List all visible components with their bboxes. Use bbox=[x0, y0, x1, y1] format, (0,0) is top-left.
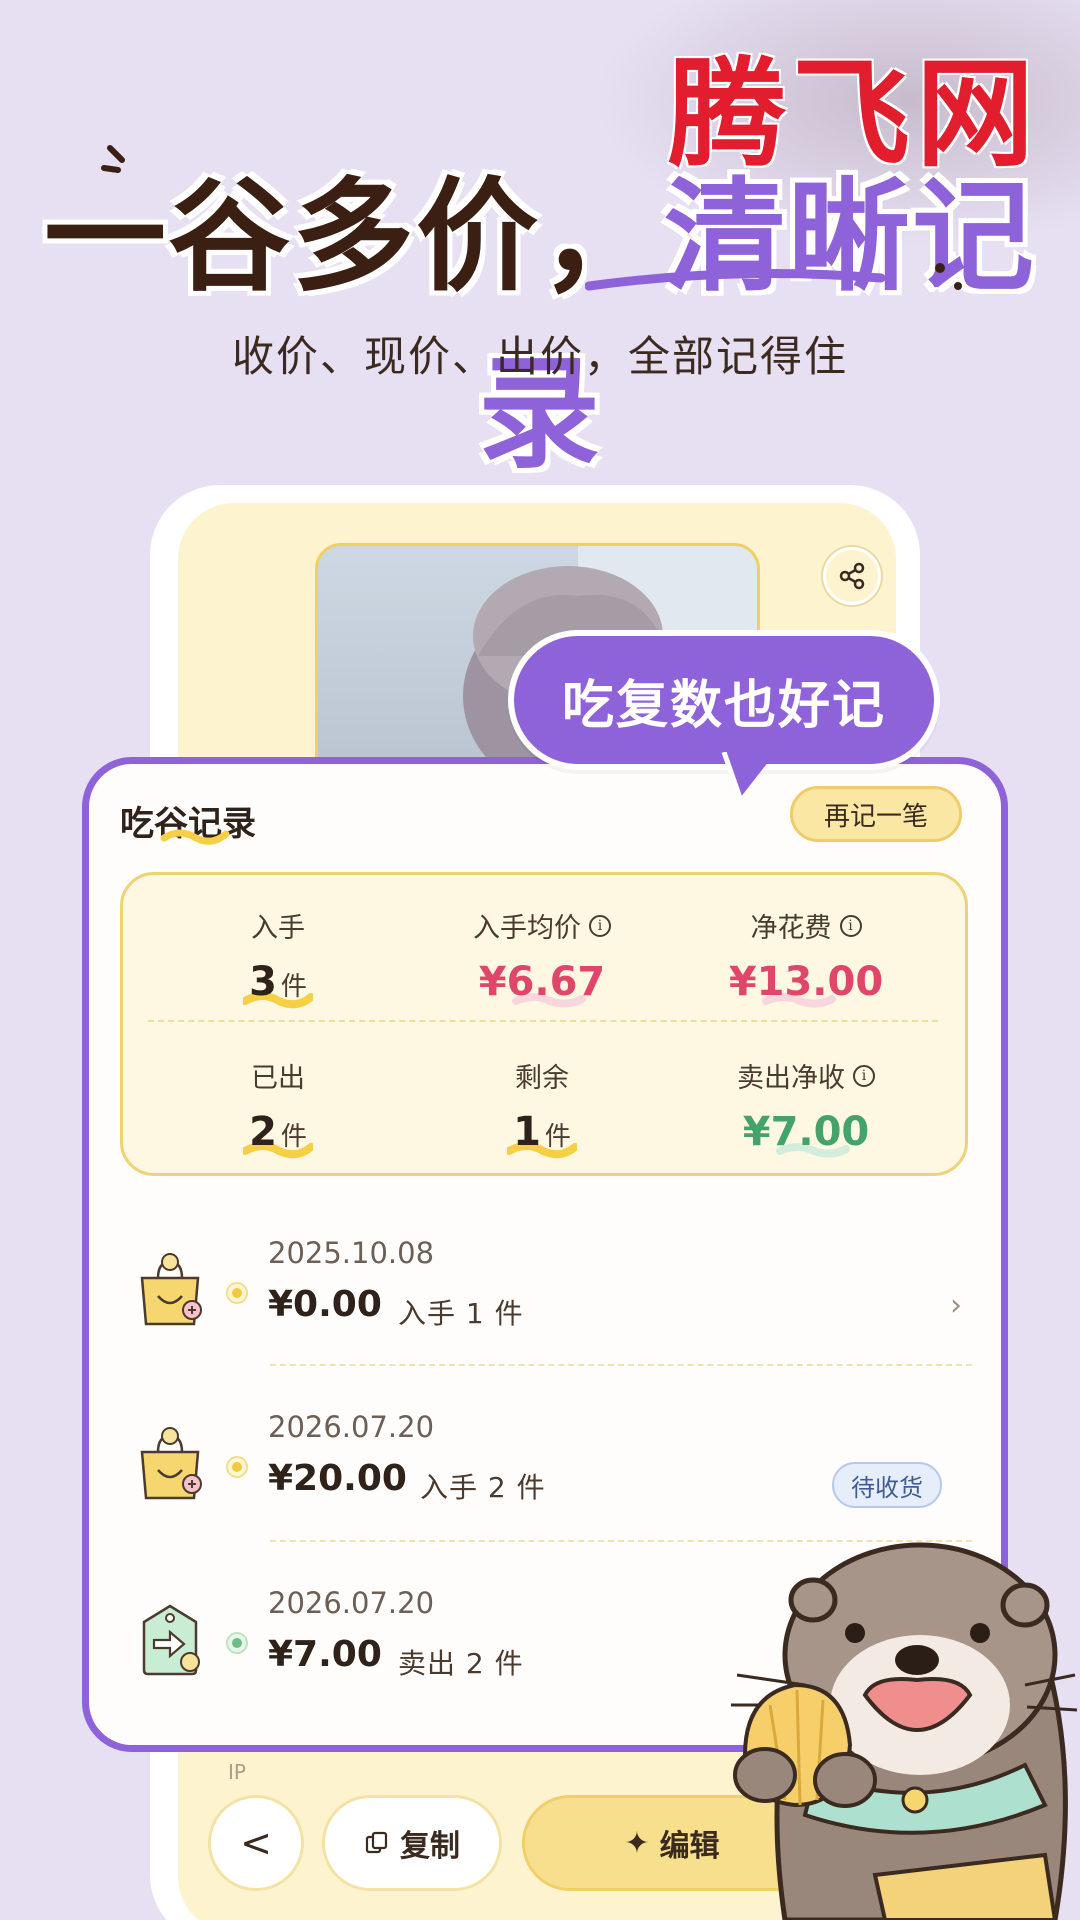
stat-net-spend-label: 净花费 bbox=[750, 913, 832, 944]
stat-sold-net: 卖出净收 i ¥7.00 bbox=[676, 1056, 936, 1158]
stat-avg-price-value: ¥6.67 bbox=[478, 959, 606, 1005]
stat-sold-label: 已出 bbox=[251, 1063, 305, 1094]
stat-avg-price: 入手均价 i ¥6.67 bbox=[412, 906, 672, 1008]
record-desc: 入手 2 件 bbox=[420, 1471, 546, 1504]
shopping-bag-icon bbox=[140, 1427, 202, 1500]
headline: 一谷多价，清晰记录 bbox=[0, 138, 1080, 492]
record-desc: 卖出 2 件 bbox=[398, 1647, 524, 1680]
edit-label: 编辑 bbox=[659, 1829, 720, 1864]
record-amount: ¥0.00 bbox=[268, 1284, 382, 1325]
stat-acquired: 入手 3件 bbox=[148, 906, 408, 1009]
sparkle-icon: ✦ bbox=[624, 1825, 650, 1861]
sell-tag-icon bbox=[142, 1604, 200, 1676]
stat-sold-net-label: 卖出净收 bbox=[737, 1063, 845, 1094]
add-record-button[interactable]: 再记一笔 bbox=[790, 786, 962, 842]
headline-left: 一谷多价， bbox=[44, 166, 664, 308]
record-date: 2026.07.20 bbox=[268, 1410, 435, 1444]
sparkle-deco-right bbox=[935, 263, 962, 290]
record-row[interactable]: 2025.10.08 ¥0.00 入手 1 件 › bbox=[120, 1232, 980, 1372]
timeline-dot bbox=[226, 1282, 248, 1304]
stat-sold-unit: 件 bbox=[280, 1122, 307, 1152]
copy-button[interactable]: 复制 bbox=[322, 1795, 502, 1891]
record-date: 2025.10.08 bbox=[268, 1236, 435, 1270]
record-amount: ¥7.00 bbox=[268, 1634, 382, 1675]
stat-remaining: 剩余 1件 bbox=[412, 1056, 672, 1159]
title-underline bbox=[160, 829, 230, 845]
stat-remaining-value: 1 bbox=[513, 1109, 541, 1155]
copy-label: 复制 bbox=[400, 1829, 460, 1864]
share-button[interactable] bbox=[823, 547, 881, 605]
copy-icon bbox=[365, 1831, 388, 1854]
stats-divider bbox=[148, 1020, 938, 1022]
stat-avg-price-label: 入手均价 bbox=[473, 913, 581, 944]
record-amount: ¥20.00 bbox=[268, 1458, 407, 1499]
stat-net-spend-value: ¥13.00 bbox=[728, 959, 884, 1005]
share-icon bbox=[839, 562, 865, 590]
timeline-dot bbox=[226, 1456, 248, 1478]
timeline-dot bbox=[226, 1632, 248, 1654]
stat-sold-value: 2 bbox=[249, 1109, 277, 1155]
subtitle: 收价、现价、出价，全部记得住 bbox=[231, 332, 848, 381]
bubble-tail bbox=[721, 752, 776, 799]
record-desc: 入手 1 件 bbox=[398, 1297, 524, 1330]
info-icon[interactable]: i bbox=[589, 914, 611, 937]
stat-remaining-label: 剩余 bbox=[515, 1063, 569, 1094]
record-separator bbox=[270, 1364, 972, 1366]
info-icon[interactable]: i bbox=[853, 1064, 875, 1087]
stat-sold-net-value: ¥7.00 bbox=[742, 1109, 870, 1155]
stat-acquired-unit: 件 bbox=[280, 972, 307, 1002]
back-icon: < bbox=[240, 1821, 272, 1865]
record-date: 2026.07.20 bbox=[268, 1586, 435, 1620]
stat-acquired-label: 入手 bbox=[251, 913, 305, 944]
otter-mascot-icon bbox=[731, 1542, 1078, 1920]
headline-underline bbox=[585, 269, 885, 291]
chevron-right-icon: › bbox=[950, 1288, 962, 1323]
stat-net-spend: 净花费 i ¥13.00 bbox=[676, 906, 936, 1008]
shopping-bag-icon bbox=[140, 1253, 202, 1326]
back-button[interactable]: < bbox=[208, 1795, 304, 1891]
ip-label: IP bbox=[228, 1760, 246, 1784]
stat-remaining-unit: 件 bbox=[544, 1122, 571, 1152]
stat-acquired-value: 3 bbox=[249, 959, 277, 1005]
speech-bubble: 吃复数也好记 bbox=[508, 630, 940, 770]
info-icon[interactable]: i bbox=[839, 914, 862, 937]
stat-sold: 已出 2件 bbox=[148, 1056, 408, 1159]
